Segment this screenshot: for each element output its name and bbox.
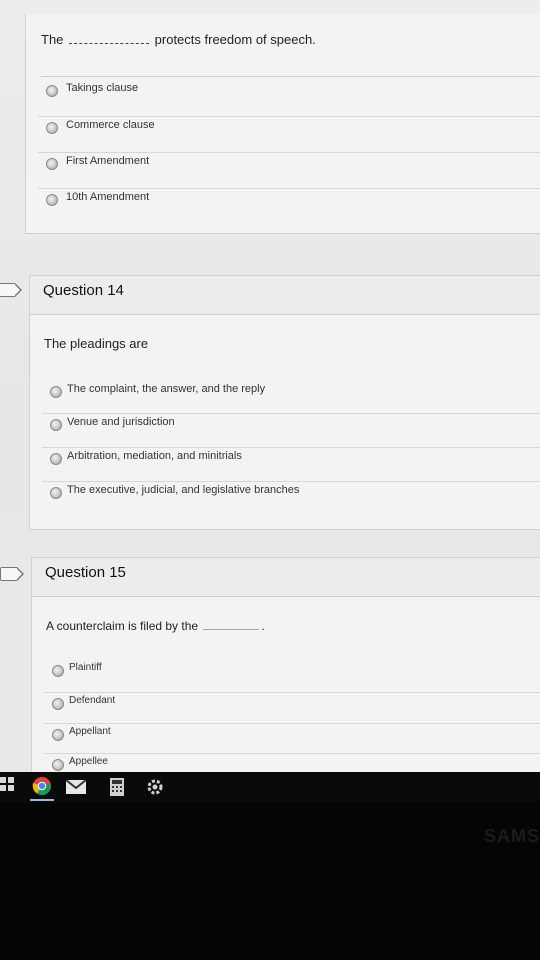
prompt-prefix: The	[41, 32, 64, 47]
option-label: Commerce clause	[66, 119, 155, 131]
monitor-bezel	[0, 802, 540, 960]
option-label: Arbitration, mediation, and minitrials	[67, 450, 242, 462]
option-complaint-answer-reply[interactable]: The complaint, the answer, and the reply	[30, 383, 540, 413]
blank-line	[69, 33, 150, 44]
prompt-text: A counterclaim is filed by the	[46, 619, 199, 633]
active-indicator	[30, 799, 54, 801]
divider	[38, 188, 540, 189]
option-arbitration-mediation[interactable]: Arbitration, mediation, and minitrials	[30, 447, 540, 480]
gear-icon[interactable]	[145, 777, 165, 802]
radio-button[interactable]	[46, 158, 58, 170]
radio-button[interactable]	[50, 419, 62, 431]
option-takings-clause[interactable]: Takings clause	[26, 82, 540, 112]
blank-line	[203, 619, 260, 630]
option-label: Venue and jurisdiction	[67, 416, 175, 428]
question-15-card: Question 15 A counterclaim is filed by t…	[31, 557, 540, 772]
question-13-prompt: The protects freedom of speech.	[41, 32, 316, 47]
divider	[44, 692, 540, 693]
radio-button[interactable]	[46, 85, 58, 97]
divider	[38, 152, 540, 153]
monitor-brand-logo: SAMS	[483, 826, 540, 846]
divider	[44, 723, 540, 724]
flag-question-icon[interactable]	[0, 567, 24, 581]
question-15-header: Question 15	[32, 558, 540, 597]
option-appellee[interactable]: Appellee	[32, 753, 540, 772]
browser-viewport: The protects freedom of speech. Takings …	[0, 0, 540, 772]
question-14-card: Question 14 The pleadings are The compla…	[29, 275, 540, 530]
question-13-card: The protects freedom of speech. Takings …	[25, 14, 540, 234]
option-commerce-clause[interactable]: Commerce clause	[26, 116, 540, 149]
question-title: Question 15	[45, 564, 126, 581]
divider	[38, 116, 540, 117]
option-executive-judicial-legislative[interactable]: The executive, judicial, and legislative…	[30, 481, 540, 514]
radio-button[interactable]	[52, 729, 64, 741]
option-label: Appellant	[69, 726, 111, 737]
radio-button[interactable]	[50, 453, 62, 465]
option-label: Plaintiff	[69, 662, 102, 673]
radio-button[interactable]	[52, 665, 64, 677]
divider	[42, 447, 540, 448]
radio-button[interactable]	[52, 759, 64, 771]
question-14-prompt: The pleadings are	[44, 336, 149, 351]
prompt-end: .	[261, 619, 265, 633]
option-venue-jurisdiction[interactable]: Venue and jurisdiction	[30, 413, 540, 446]
option-appellant[interactable]: Appellant	[32, 723, 540, 756]
divider	[42, 413, 540, 414]
radio-button[interactable]	[52, 698, 64, 710]
radio-button[interactable]	[46, 194, 58, 206]
option-label: 10th Amendment	[66, 191, 150, 203]
taskbar	[0, 772, 540, 802]
option-10th-amendment[interactable]: 10th Amendment	[26, 188, 540, 221]
mail-icon[interactable]	[65, 779, 87, 799]
flag-question-icon[interactable]	[0, 283, 22, 297]
option-label: Takings clause	[66, 82, 139, 94]
divider	[42, 481, 540, 482]
prompt-suffix: protects freedom of speech.	[154, 32, 316, 47]
divider	[44, 753, 540, 754]
chrome-icon[interactable]	[30, 776, 54, 801]
divider	[41, 76, 540, 77]
question-title: Question 14	[43, 282, 124, 299]
option-label: Appellee	[69, 756, 108, 767]
radio-button[interactable]	[50, 487, 62, 499]
option-plaintiff[interactable]: Plaintiff	[32, 662, 540, 692]
question-14-header: Question 14	[30, 276, 540, 315]
calculator-icon[interactable]	[110, 778, 124, 801]
option-label: The complaint, the answer, and the reply	[67, 383, 266, 395]
radio-button[interactable]	[50, 386, 62, 398]
question-15-prompt: A counterclaim is filed by the .	[46, 619, 265, 633]
option-label: Defendant	[69, 695, 116, 706]
option-label: First Amendment	[66, 155, 150, 167]
option-label: The executive, judicial, and legislative…	[67, 484, 300, 496]
apps-icon[interactable]	[0, 777, 14, 796]
option-first-amendment[interactable]: First Amendment	[26, 152, 540, 185]
radio-button[interactable]	[46, 122, 58, 134]
option-defendant[interactable]: Defendant	[32, 692, 540, 725]
